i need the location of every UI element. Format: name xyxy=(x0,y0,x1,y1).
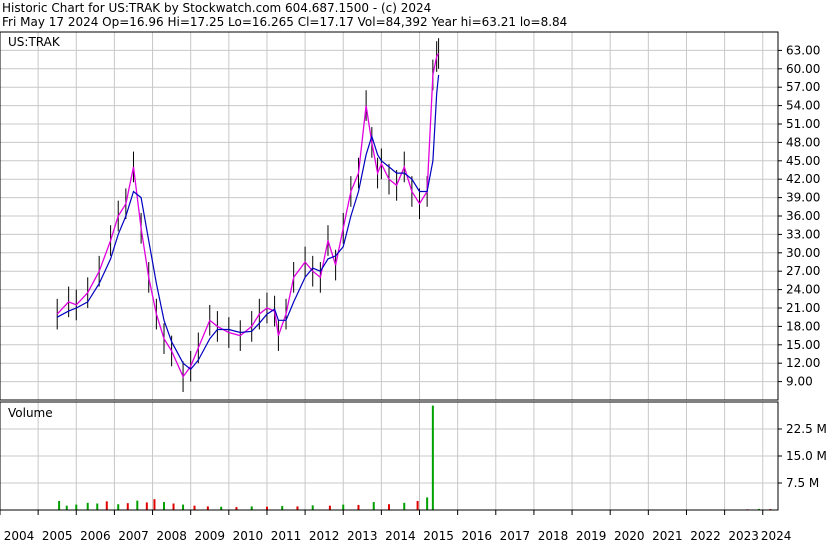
volume-bar xyxy=(431,405,434,510)
year-tick-label: 2023 xyxy=(728,529,759,543)
year-tick-label: 2009 xyxy=(194,529,225,543)
volume-axis-labels: 7.5 M 15.0 M 22.5 M xyxy=(786,422,827,490)
year-tick-label: 2007 xyxy=(118,529,149,543)
volume-bar xyxy=(311,505,314,510)
price-tick-label: 21.00 xyxy=(786,301,820,315)
volume-bar xyxy=(342,504,345,510)
year-tick-label: 2013 xyxy=(347,529,378,543)
year-axis-labels: 2004 2005 2006 2007 2008 2009 2010 2011 2012 2013… xyxy=(0,510,791,543)
year-tick-label: 2006 xyxy=(80,529,111,543)
volume-bar xyxy=(296,506,299,510)
volume-bar xyxy=(117,504,120,510)
price-tick-label: 57.00 xyxy=(786,80,820,94)
year-tick-label: 2005 xyxy=(42,529,73,543)
year-tick-label: 2012 xyxy=(309,529,340,543)
volume-bar xyxy=(250,506,253,510)
year-tick-label: 2008 xyxy=(156,529,187,543)
year-tick-label: 2019 xyxy=(576,529,607,543)
volume-bar xyxy=(182,504,185,510)
price-tick-label: 63.00 xyxy=(786,43,820,57)
volume-bar xyxy=(75,504,78,510)
volume-bar xyxy=(193,505,196,510)
price-tick-label: 27.00 xyxy=(786,264,820,278)
price-tick-label: 60.00 xyxy=(786,62,820,76)
price-tick-label: 33.00 xyxy=(786,227,820,241)
year-tick-label: 2010 xyxy=(233,529,264,543)
price-tick-label: 12.00 xyxy=(786,356,820,370)
volume-bar xyxy=(328,505,331,510)
volume-bar xyxy=(281,506,284,510)
volume-bar xyxy=(372,502,375,510)
year-tick-label: 2024 xyxy=(761,529,792,543)
year-tick-label: 2020 xyxy=(614,529,645,543)
volume-tick-label: 22.5 M xyxy=(786,422,827,436)
stock-chart: US:TRAK Volume 9.00 12.00 15.00 18.00 21.00 2… xyxy=(0,31,827,543)
volume-bar xyxy=(145,502,148,510)
price-tick-label: 30.00 xyxy=(786,246,820,260)
volume-bar xyxy=(96,503,99,510)
price-tick-label: 51.00 xyxy=(786,117,820,131)
volume-bar xyxy=(126,503,129,510)
volume-bar xyxy=(86,502,89,510)
volume-label: Volume xyxy=(8,406,53,420)
price-tick-label: 39.00 xyxy=(786,191,820,205)
year-tick-label: 2016 xyxy=(461,529,492,543)
price-tick-label: 36.00 xyxy=(786,209,820,223)
volume-bar xyxy=(403,502,406,510)
volume-bar xyxy=(136,500,139,510)
price-tick-label: 54.00 xyxy=(786,99,820,113)
volume-bar xyxy=(153,499,156,510)
volume-bar xyxy=(388,504,390,510)
price-tick-label: 18.00 xyxy=(786,319,820,333)
price-tick-label: 9.00 xyxy=(786,375,813,389)
volume-bar xyxy=(162,502,165,510)
year-tick-label: 2011 xyxy=(271,529,302,543)
volume-bar xyxy=(426,497,429,510)
volume-bar xyxy=(416,501,419,510)
price-axis-labels: 9.00 12.00 15.00 18.00 21.00 24.00 27.00 30.00 3… xyxy=(786,43,820,388)
volume-bar xyxy=(65,505,68,510)
price-grid xyxy=(0,32,782,400)
volume-bar xyxy=(172,503,175,510)
price-tick-label: 42.00 xyxy=(786,172,820,186)
volume-bars xyxy=(58,405,772,510)
price-tick-label: 24.00 xyxy=(786,283,820,297)
price-tick-label: 15.00 xyxy=(786,338,820,352)
volume-tick-label: 15.0 M xyxy=(786,449,827,463)
volume-bar xyxy=(206,506,209,510)
volume-bar xyxy=(58,501,61,510)
year-tick-label: 2004 xyxy=(4,529,35,543)
price-tick-label: 45.00 xyxy=(786,154,820,168)
year-tick-label: 2015 xyxy=(423,529,454,543)
volume-bar xyxy=(357,504,360,510)
volume-bar xyxy=(105,501,108,510)
year-tick-label: 2018 xyxy=(538,529,569,543)
year-tick-label: 2021 xyxy=(652,529,683,543)
year-tick-label: 2022 xyxy=(690,529,721,543)
year-tick-label: 2017 xyxy=(500,529,531,543)
year-tick-label: 2014 xyxy=(385,529,416,543)
symbol-label: US:TRAK xyxy=(8,35,61,49)
volume-grid xyxy=(0,402,782,510)
price-tick-label: 48.00 xyxy=(786,135,820,149)
volume-tick-label: 7.5 M xyxy=(786,476,819,490)
